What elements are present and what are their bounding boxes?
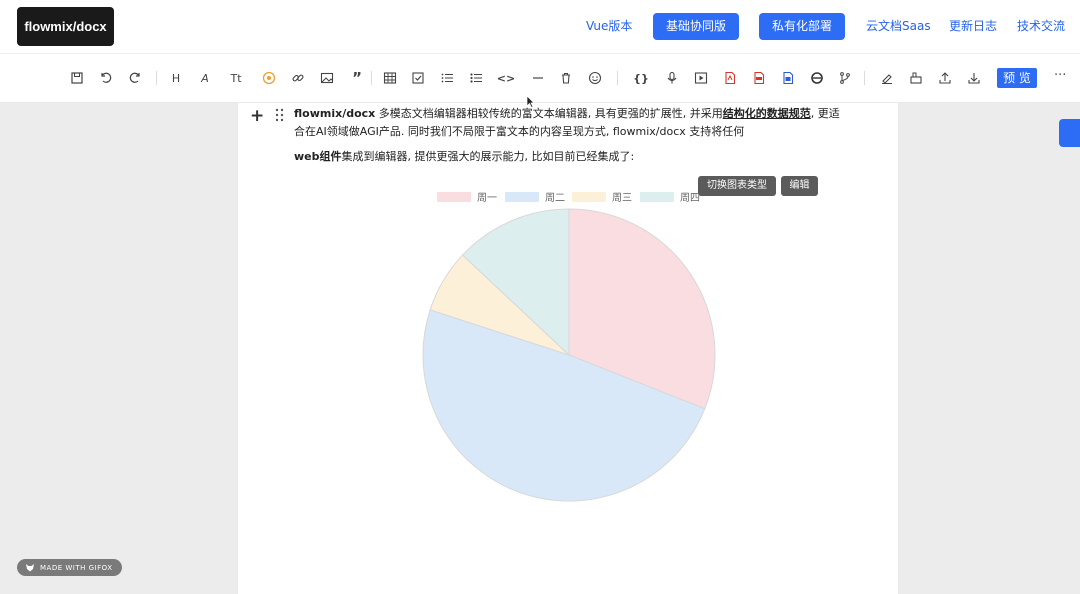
code-block-icon[interactable]: {} [632,69,650,87]
nav-cloud-saas-link[interactable]: 云文档Saas [866,17,931,34]
image-icon[interactable] [318,69,336,87]
undo-icon[interactable] [97,69,115,87]
template-icon[interactable] [907,69,925,87]
quote-icon[interactable]: ” [348,69,366,87]
brand-name: flowmix/docx [294,107,376,120]
top-nav-bar: flowmix/docx Vue版本 基础协同版 私有化部署 云文档Saas 更… [0,0,1080,54]
audio-icon[interactable] [663,69,681,87]
editor-toolbar: H A Tt ” <> {} [0,54,1080,103]
video-icon[interactable] [692,69,710,87]
more-options-icon[interactable]: ··· [1054,68,1066,83]
ie-icon[interactable] [808,69,826,87]
toolbar-divider [371,71,372,85]
nav-basic-collab-button[interactable]: 基础协同版 [653,13,739,40]
edit-chart-button[interactable]: 编辑 [781,176,818,196]
heading-icon[interactable]: H [167,69,185,87]
upload-icon[interactable] [936,69,954,87]
bullet-list-icon[interactable] [467,69,485,87]
paragraph-intro[interactable]: flowmix/docx 多模态文档编辑器相较传统的富文本编辑器, 具有更强的扩… [294,105,844,141]
paragraph-text: 多模态文档编辑器相较传统的富文本编辑器, 具有更强的扩展性, 并采用 [375,107,723,120]
word-icon[interactable] [779,69,797,87]
fox-logo-icon [26,564,34,572]
gifox-badge-text: MADE WITH GIFOX [40,563,113,572]
font-style-icon[interactable]: A [196,69,214,87]
delete-icon[interactable] [557,69,575,87]
nav-vue-version-link[interactable]: Vue版本 [586,17,632,34]
underlined-text: 结构化的数据规范 [722,107,811,120]
pdf-icon[interactable] [721,69,739,87]
ordered-list-icon[interactable] [438,69,456,87]
code-icon[interactable]: <> [497,69,515,87]
nav-changelog-link[interactable]: 更新日志 [949,17,997,34]
pdf-export-icon[interactable] [750,69,768,87]
emoji-icon[interactable] [586,69,604,87]
paragraph-web-components[interactable]: web组件集成到编辑器, 提供更强大的展示能力, 比如目前已经集成了: [294,149,634,165]
ai-icon[interactable] [260,69,278,87]
toolbar-divider [617,71,618,85]
mouse-cursor-icon [526,95,535,108]
table-icon[interactable] [381,69,399,87]
toolbar-divider [156,71,157,85]
switch-chart-type-button[interactable]: 切换图表类型 [698,176,776,196]
download-icon[interactable] [965,69,983,87]
checkbox-list-icon[interactable] [409,69,427,87]
nav-tech-exchange-link[interactable]: 技术交流 [1017,17,1065,34]
side-panel-tab[interactable] [1059,119,1080,147]
sign-icon[interactable] [878,69,896,87]
bold-text: web组件 [294,150,342,163]
redo-icon[interactable] [126,69,144,87]
link-icon[interactable] [289,69,307,87]
drag-handle-icon[interactable] [274,108,286,122]
nav-private-deploy-button[interactable]: 私有化部署 [759,13,845,40]
add-block-icon[interactable]: + [250,106,264,126]
paragraph-text: 集成到编辑器, 提供更强大的展示能力, 比如目前已经集成了: [341,150,635,163]
divider-icon[interactable] [529,69,547,87]
pie-chart[interactable] [410,200,730,510]
font-size-icon[interactable]: Tt [227,69,245,87]
save-icon[interactable] [68,69,86,87]
logo[interactable]: flowmix/docx [17,7,114,46]
preview-button[interactable]: 预 览 [997,68,1037,88]
branch-icon[interactable] [836,69,854,87]
gifox-badge: MADE WITH GIFOX [17,559,122,576]
toolbar-divider [864,71,865,85]
